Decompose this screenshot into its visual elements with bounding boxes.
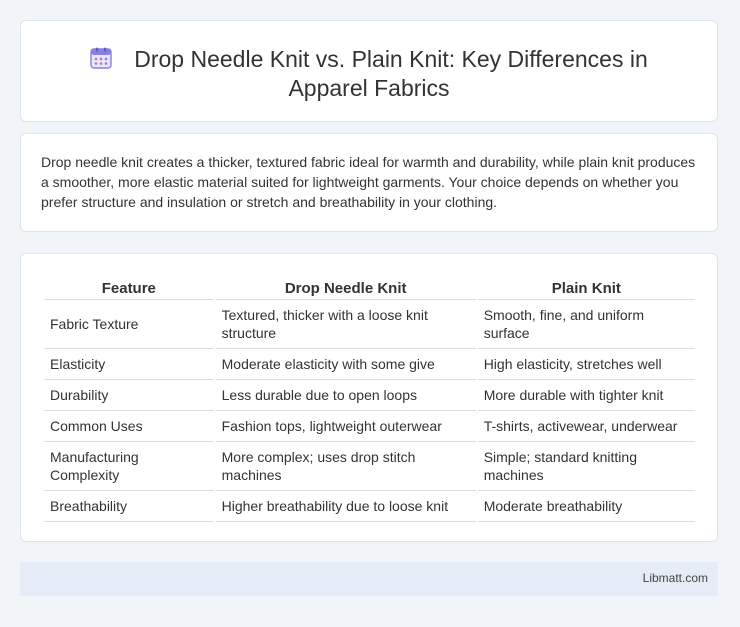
footer-brand[interactable]: Libmatt.com	[643, 571, 708, 585]
header-feature: Feature	[44, 276, 214, 300]
drop-needle-cell: Fashion tops, lightweight outerwear	[215, 411, 476, 442]
plain-knit-cell: Smooth, fine, and uniform surface	[477, 300, 695, 349]
table-row: Fabric Texture Textured, thicker with a …	[44, 300, 695, 349]
drop-needle-cell: Higher breathability due to loose knit	[215, 491, 476, 522]
table-row: Durability Less durable due to open loop…	[44, 380, 695, 411]
feature-cell: Manufacturing Complexity	[44, 442, 214, 491]
feature-cell: Common Uses	[44, 411, 214, 442]
drop-needle-cell: Textured, thicker with a loose knit stru…	[215, 300, 476, 349]
drop-needle-cell: More complex; uses drop stitch machines	[215, 442, 476, 491]
table-row: Elasticity Moderate elasticity with some…	[44, 349, 695, 380]
feature-cell: Fabric Texture	[44, 300, 214, 349]
feature-cell: Durability	[44, 380, 214, 411]
plain-knit-cell: T-shirts, activewear, underwear	[477, 411, 695, 442]
summary-card: Drop needle knit creates a thicker, text…	[20, 133, 718, 232]
title-line-2: Apparel Fabrics	[288, 75, 450, 101]
drop-needle-cell: Less durable due to open loops	[215, 380, 476, 411]
header-plain-knit: Plain Knit	[477, 276, 695, 300]
calendar-icon	[90, 47, 112, 69]
table-row: Manufacturing Complexity More complex; u…	[44, 442, 695, 491]
title-card: Drop Needle Knit vs. Plain Knit: Key Dif…	[20, 20, 718, 122]
plain-knit-cell: High elasticity, stretches well	[477, 349, 695, 380]
page-title: Drop Needle Knit vs. Plain Knit: Key Dif…	[21, 45, 717, 103]
comparison-table: Feature Drop Needle Knit Plain Knit Fabr…	[42, 276, 697, 522]
footer: Libmatt.com	[20, 562, 718, 596]
header-drop-needle-knit: Drop Needle Knit	[215, 276, 476, 300]
drop-needle-cell: Moderate elasticity with some give	[215, 349, 476, 380]
plain-knit-cell: Simple; standard knitting machines	[477, 442, 695, 491]
plain-knit-cell: More durable with tighter knit	[477, 380, 695, 411]
feature-cell: Elasticity	[44, 349, 214, 380]
comparison-table-card: Feature Drop Needle Knit Plain Knit Fabr…	[20, 253, 718, 542]
plain-knit-cell: Moderate breathability	[477, 491, 695, 522]
feature-cell: Breathability	[44, 491, 214, 522]
title-line-1: Drop Needle Knit vs. Plain Knit: Key Dif…	[134, 46, 648, 72]
summary-text: Drop needle knit creates a thicker, text…	[41, 154, 696, 210]
table-row: Common Uses Fashion tops, lightweight ou…	[44, 411, 695, 442]
table-row: Breathability Higher breathability due t…	[44, 491, 695, 522]
table-header-row: Feature Drop Needle Knit Plain Knit	[44, 276, 695, 300]
